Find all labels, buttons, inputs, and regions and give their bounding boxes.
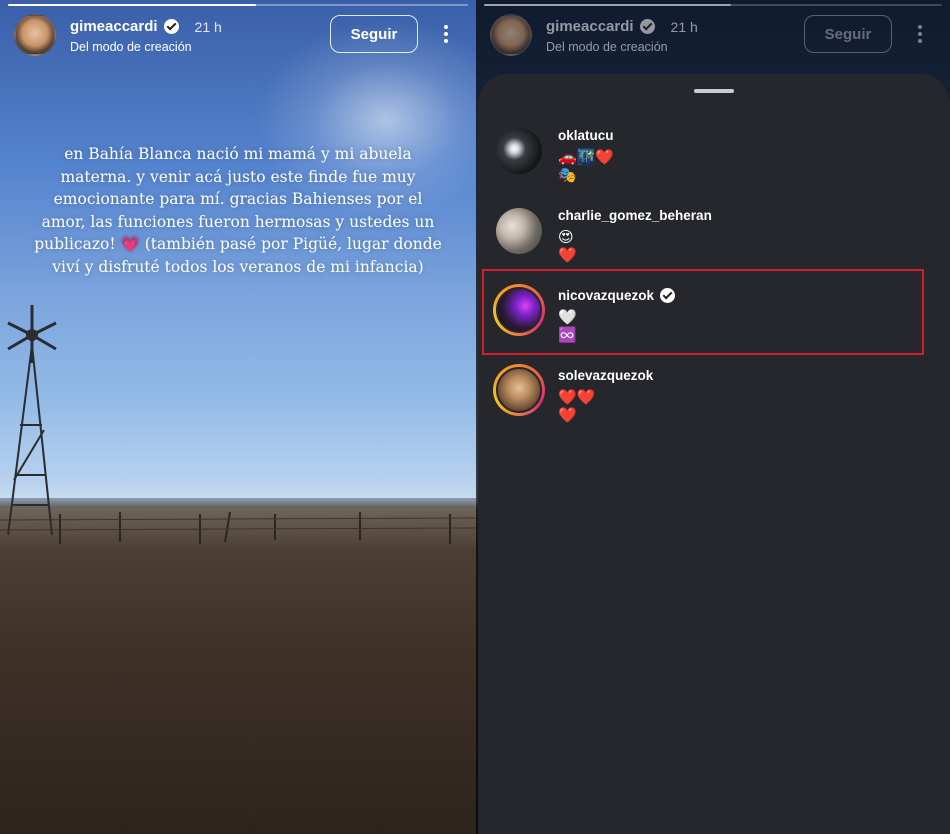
story-subtitle: Del modo de creación [70,40,192,54]
reaction-avatar[interactable] [496,128,542,174]
story-header-dimmed: gimeaccardi 21 h Del modo de creación Se… [490,14,936,58]
story-progress-fill [484,4,732,6]
highlight-box [482,269,924,355]
avatar[interactable] [490,14,532,56]
verified-icon [639,19,655,34]
reaction-username-text[interactable]: solevazquezok [558,368,653,383]
reaction-username[interactable]: solevazquezok [558,368,653,383]
username[interactable]: gimeaccardi 21 h [546,18,698,35]
story-panel: gimeaccardi 21 h Del modo de creación Se… [0,0,476,834]
reactions-sheet: oklatucu 🚗🌃❤️ 🎭 charlie_gomez_beheran 😍 … [478,74,950,834]
fence-graphic [0,511,476,544]
username-text[interactable]: gimeaccardi [70,18,158,35]
reactions-panel: gimeaccardi 21 h Del modo de creación Se… [476,0,950,834]
story-progress-bar [8,4,468,6]
avatar[interactable] [14,14,56,56]
story-caption: en Bahía Blanca nació mi mamá y mi abuel… [34,145,442,276]
reaction-username-text[interactable]: oklatucu [558,128,614,143]
reaction-emoji-line2: ❤️ [558,246,577,264]
more-options-icon[interactable] [436,23,456,45]
story-progress-bar [484,4,942,6]
windmill-graphic [7,305,57,536]
username-text[interactable]: gimeaccardi [546,18,634,35]
reaction-emoji-line2: ❤️ [558,406,577,424]
reaction-username[interactable]: charlie_gomez_beheran [558,208,712,223]
username[interactable]: gimeaccardi 21 h [70,18,222,35]
timestamp: 21 h [670,18,698,35]
follow-button[interactable]: Seguir [330,15,418,53]
reaction-emoji-line1: ❤️❤️ [558,388,596,406]
follow-button[interactable]: Seguir [804,15,892,53]
reaction-avatar[interactable] [496,208,542,254]
reaction-username[interactable]: oklatucu [558,128,614,143]
more-options-icon[interactable] [910,23,930,45]
timestamp: 21 h [194,18,222,35]
reaction-avatar[interactable] [493,364,545,416]
horizon [0,498,476,508]
reaction-username-text[interactable]: charlie_gomez_beheran [558,208,712,223]
story-subtitle: Del modo de creación [546,40,668,54]
reaction-emoji-line2: 🎭 [558,166,577,184]
story-progress-fill [8,4,257,6]
reaction-row[interactable]: solevazquezok ❤️❤️ ❤️ [478,364,950,442]
reaction-row[interactable]: oklatucu 🚗🌃❤️ 🎭 [478,124,950,202]
reaction-emoji-line1: 🚗🌃❤️ [558,148,615,166]
verified-icon [163,19,179,34]
story-header: gimeaccardi 21 h Del modo de creación Se… [14,14,462,58]
reaction-emoji-line1: 😍 [558,228,574,246]
sheet-handle[interactable] [694,89,734,93]
